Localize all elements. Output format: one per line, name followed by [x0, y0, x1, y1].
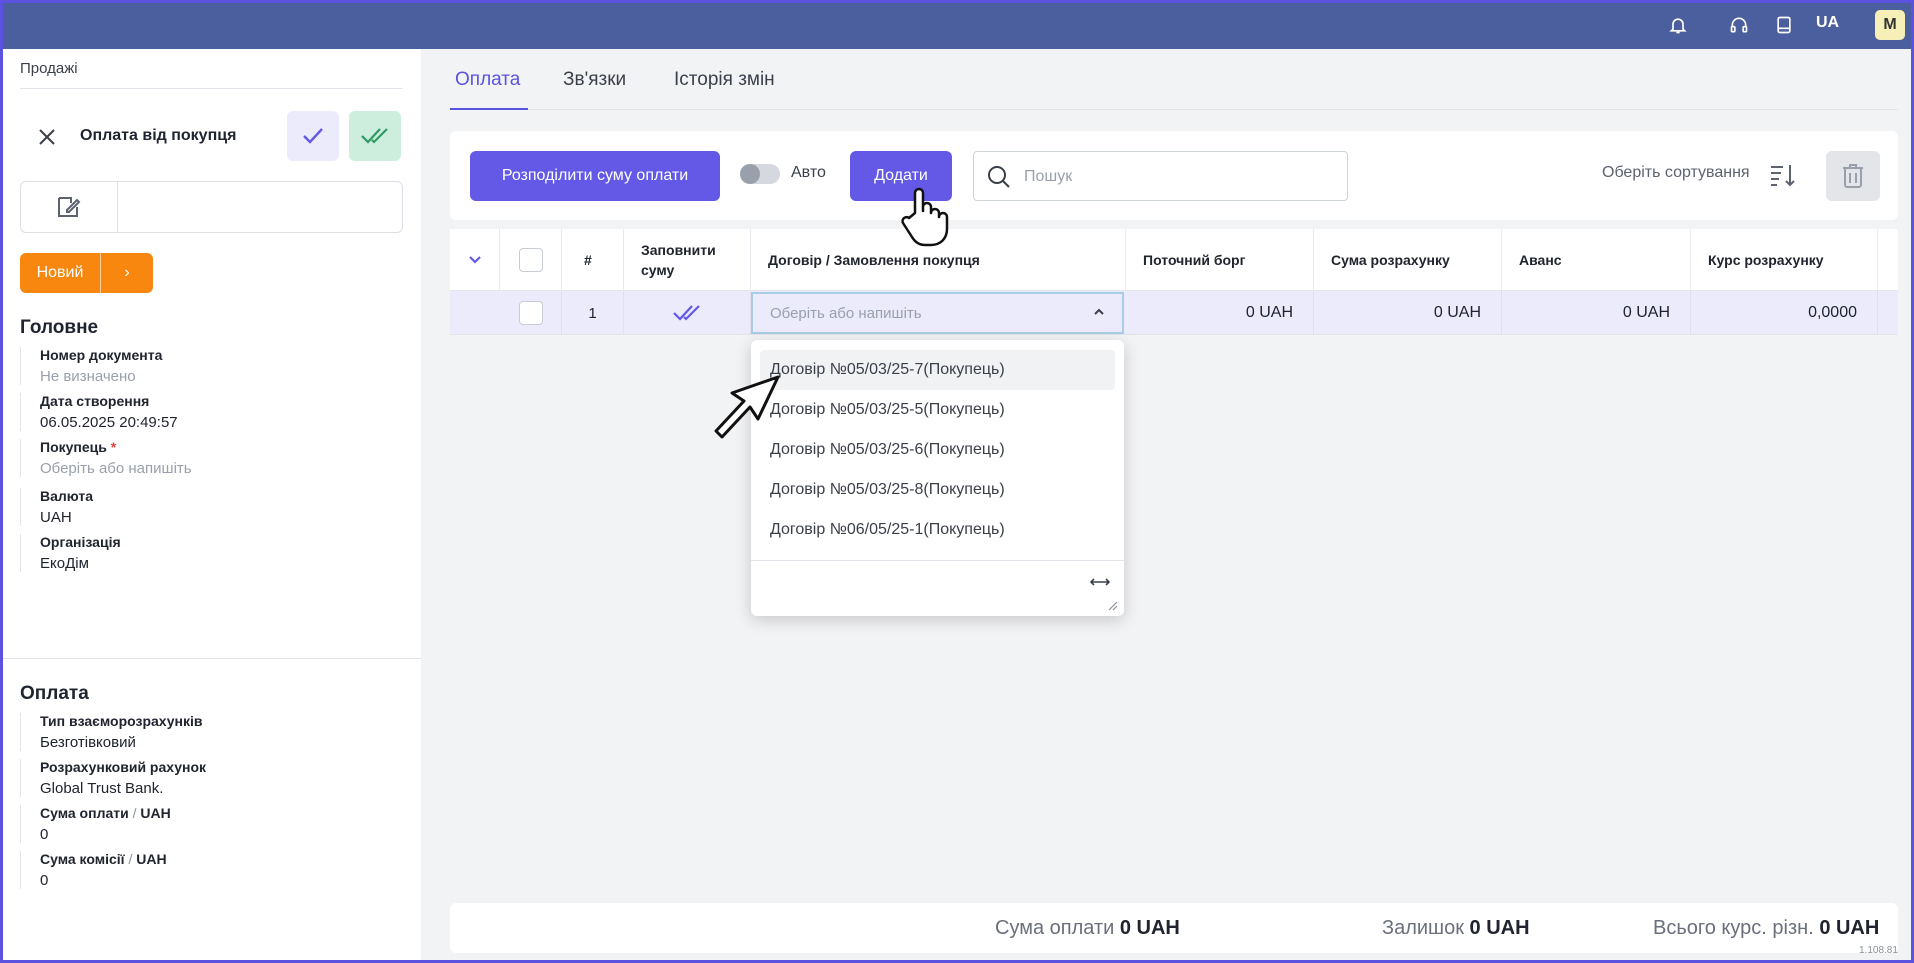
- tab-links[interactable]: Зв'язки: [563, 69, 626, 91]
- divider: [751, 560, 1124, 561]
- exchange-difference-total: Всього курс. різн. 0 UAH: [1653, 917, 1880, 939]
- status-button[interactable]: Новий ›: [20, 253, 153, 293]
- edit-note-icon[interactable]: [55, 194, 81, 224]
- app-version: 1.108.81: [1859, 945, 1898, 956]
- column-header-number: #: [562, 229, 624, 291]
- divider: [3, 658, 421, 659]
- field-currency[interactable]: Валюта UAH: [20, 488, 400, 526]
- headset-icon[interactable]: [1726, 12, 1752, 38]
- contract-dropdown: Договір №05/03/25-7(Покупець) Договір №0…: [751, 340, 1124, 616]
- active-tab-indicator: [450, 108, 528, 110]
- field-bank-account[interactable]: Розрахунковий рахунок Global Trust Bank.: [20, 759, 400, 797]
- column-header-current-debt: Поточний борг: [1126, 229, 1314, 291]
- sort-select[interactable]: Оберіть сортування: [1602, 164, 1750, 182]
- sort-icon[interactable]: [1768, 161, 1796, 193]
- payment-table: # Заповнити суму Договір / Замовлення по…: [450, 229, 1898, 335]
- row-number: 1: [562, 291, 624, 335]
- column-header-fill-amount: Заповнити суму: [624, 229, 751, 291]
- main-content: Оплата Зв'язки Історія змін Розподілити …: [421, 49, 1911, 960]
- field-organization[interactable]: Організація ЕкоДім: [20, 534, 400, 572]
- field-created-date: Дата створення 06.05.2025 20:49:57: [20, 393, 400, 431]
- row-checkbox-cell: [500, 291, 562, 335]
- save-button[interactable]: [287, 111, 339, 161]
- divider: [20, 88, 403, 89]
- avatar[interactable]: M: [1875, 10, 1905, 40]
- column-header-rate: Курс розрахунку: [1691, 229, 1878, 291]
- auto-label: Авто: [791, 164, 826, 181]
- chevron-up-icon[interactable]: [1092, 305, 1106, 319]
- expand-width-icon[interactable]: [1089, 575, 1111, 592]
- toolbar: Розподілити суму оплати Авто Додати Обер…: [450, 131, 1898, 220]
- search-input[interactable]: [1024, 164, 1324, 190]
- comment-field[interactable]: [20, 181, 403, 233]
- search-icon: [986, 164, 1012, 194]
- fill-amount-button[interactable]: [624, 291, 751, 335]
- dropdown-option[interactable]: Договір №05/03/25-8(Покупець): [760, 470, 1115, 510]
- breadcrumb[interactable]: Продажі: [20, 60, 78, 77]
- settlement-amount-value[interactable]: 0 UAH: [1314, 291, 1502, 335]
- field-commission-amount[interactable]: Сума комісії / UAH 0: [20, 851, 400, 889]
- tab-payment[interactable]: Оплата: [455, 69, 520, 91]
- post-button[interactable]: [349, 111, 401, 161]
- delete-button[interactable]: [1826, 151, 1880, 201]
- field-customer[interactable]: Покупець * Оберіть або напишіть: [20, 439, 400, 477]
- document-title: Оплата від покупця: [80, 127, 237, 144]
- sidebar: Продажі Оплата від покупця Новий › Голов…: [3, 49, 421, 960]
- section-title-main: Головне: [20, 317, 99, 338]
- field-settlement-type[interactable]: Тип взаєморозрахунків Безготівковий: [20, 713, 400, 751]
- column-header-advance: Аванс: [1502, 229, 1691, 291]
- select-all-cell: [500, 229, 562, 291]
- customer-select[interactable]: Оберіть або напишіть: [40, 460, 400, 477]
- contract-select-placeholder: Оберіть або напишіть: [770, 304, 922, 322]
- total-payment: Сума оплати 0 UAH: [995, 917, 1180, 939]
- dropdown-option[interactable]: Договір №05/03/25-6(Покупець): [760, 430, 1115, 470]
- section-title-payment: Оплата: [20, 683, 89, 704]
- dropdown-option[interactable]: Договір №05/03/25-5(Покупець): [760, 390, 1115, 430]
- chevron-right-icon[interactable]: ›: [100, 253, 153, 293]
- close-icon: [39, 129, 55, 145]
- field-payment-amount[interactable]: Сума оплати / UAH 0: [20, 805, 400, 843]
- tab-history[interactable]: Історія змін: [674, 69, 775, 91]
- close-button[interactable]: [31, 121, 63, 153]
- arrow-cursor-icon: [712, 373, 782, 447]
- double-check-icon: [361, 128, 388, 144]
- hand-cursor-icon: [897, 183, 953, 253]
- advance-value[interactable]: 0 UAH: [1502, 291, 1691, 335]
- auto-toggle[interactable]: [740, 164, 780, 184]
- check-icon: [303, 128, 323, 144]
- rate-value[interactable]: 0,0000: [1691, 291, 1878, 335]
- search-box[interactable]: [973, 151, 1348, 201]
- select-all-checkbox[interactable]: [518, 248, 543, 272]
- chevron-down-icon: [468, 256, 481, 264]
- remaining-balance: Залишок 0 UAH: [1382, 917, 1530, 939]
- expand-all-toggle[interactable]: [450, 229, 500, 291]
- contract-select[interactable]: Оберіть або напишіть: [751, 292, 1124, 334]
- field-doc-number: Номер документа Не визначено: [20, 347, 400, 385]
- trash-icon: [1843, 164, 1863, 188]
- table-header: # Заповнити суму Договір / Замовлення по…: [450, 229, 1898, 291]
- divider: [450, 109, 1898, 110]
- book-icon[interactable]: [1771, 12, 1797, 38]
- double-check-icon: [673, 305, 700, 321]
- dropdown-option[interactable]: Договір №06/05/25-1(Покупець): [760, 510, 1115, 550]
- language-switch[interactable]: UA: [1816, 14, 1839, 32]
- bell-icon[interactable]: [1665, 12, 1691, 38]
- current-debt-value: 0 UAH: [1126, 291, 1314, 335]
- distribute-amount-button[interactable]: Розподілити суму оплати: [470, 151, 720, 201]
- table-row[interactable]: 1 Оберіть або напишіть 0 UAH 0 UAH 0 UAH…: [450, 291, 1898, 335]
- row-checkbox[interactable]: [518, 301, 543, 325]
- summary-footer: Сума оплати 0 UAH Залишок 0 UAH Всього к…: [450, 903, 1898, 953]
- top-bar: UA M: [0, 0, 1914, 49]
- resize-handle-icon[interactable]: [1108, 598, 1118, 615]
- column-header-settlement-amount: Сума розрахунку: [1314, 229, 1502, 291]
- dropdown-option[interactable]: Договір №05/03/25-7(Покупець): [760, 350, 1115, 390]
- status-label: Новий: [36, 264, 84, 281]
